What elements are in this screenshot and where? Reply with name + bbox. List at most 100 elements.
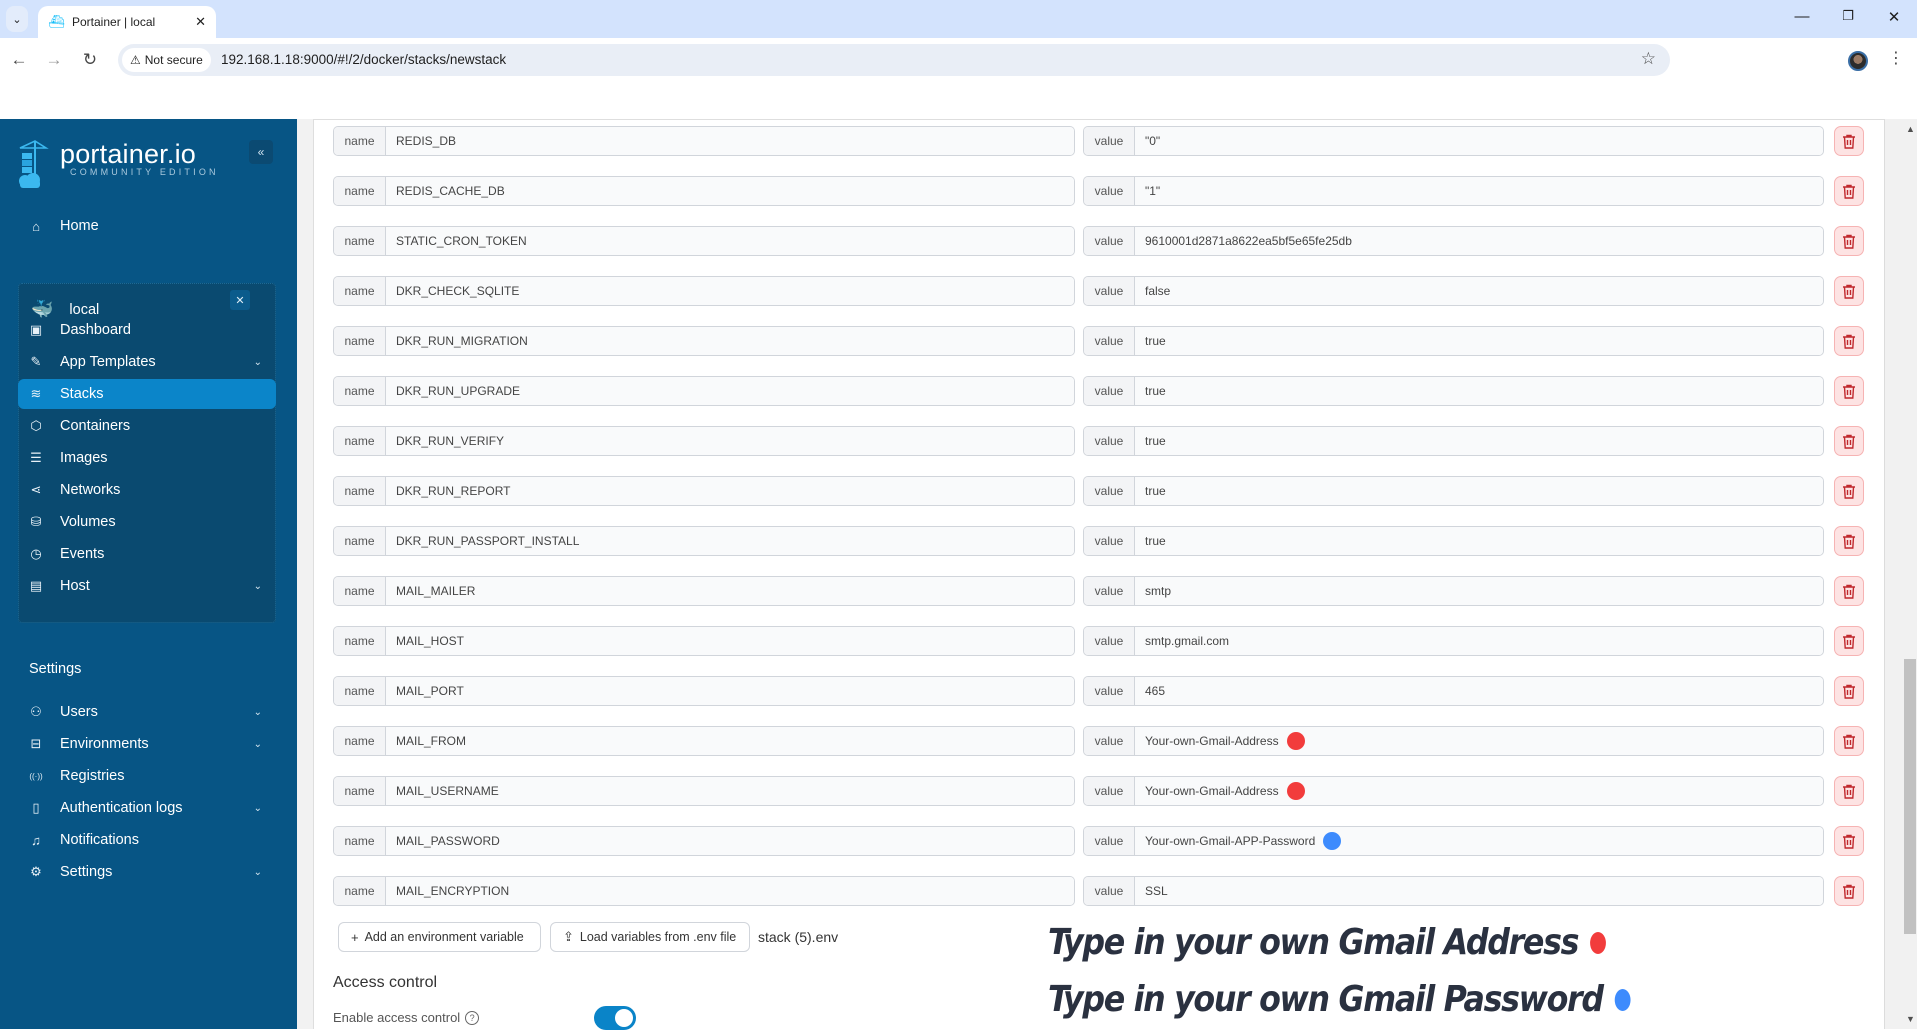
sidebar-item-environments[interactable]: ⊟ Environments ⌄	[18, 729, 276, 759]
sidebar-item-registries[interactable]: ((·)) Registries	[18, 761, 276, 791]
bookmark-star-icon[interactable]: ☆	[1641, 49, 1656, 69]
url-text[interactable]: 192.168.1.18:9000/#!/2/docker/stacks/new…	[221, 52, 506, 67]
tab-close-icon[interactable]: ✕	[195, 14, 206, 30]
minimize-icon[interactable]: —	[1792, 8, 1812, 25]
env-name-input[interactable]: MAIL_MAILER	[386, 577, 1074, 605]
env-value-input[interactable]: false	[1135, 277, 1823, 305]
env-name-input[interactable]: DKR_RUN_UPGRADE	[386, 377, 1074, 405]
sidebar-item-home[interactable]: ⌂ Home	[18, 211, 276, 241]
env-name-input[interactable]: MAIL_PASSWORD	[386, 827, 1074, 855]
env-name-input[interactable]: MAIL_USERNAME	[386, 777, 1074, 805]
sidebar-item-users[interactable]: ⚇ Users ⌄	[18, 697, 276, 727]
sidebar-item-volumes[interactable]: ⛁ Volumes	[18, 507, 276, 537]
sidebar-item-label: Volumes	[60, 514, 116, 530]
env-value-input[interactable]: true	[1135, 527, 1823, 555]
sidebar-item-networks[interactable]: ⋖ Networks	[18, 475, 276, 505]
add-env-variable-button[interactable]: + Add an environment variable	[338, 922, 541, 952]
env-name-input[interactable]: DKR_RUN_PASSPORT_INSTALL	[386, 527, 1074, 555]
env-value-input[interactable]: 9610001d2871a8622ea5bf5e65fe25db	[1135, 227, 1823, 255]
env-name-input[interactable]: DKR_RUN_MIGRATION	[386, 327, 1074, 355]
env-name-input[interactable]: REDIS_CACHE_DB	[386, 177, 1074, 205]
env-value-input[interactable]: true	[1135, 327, 1823, 355]
sidebar-item-settings[interactable]: ⚙ Settings ⌄	[18, 857, 276, 887]
delete-env-variable-button[interactable]	[1834, 326, 1864, 356]
window-close-icon[interactable]: ✕	[1884, 8, 1904, 26]
scroll-thumb[interactable]	[1904, 659, 1916, 934]
restore-icon[interactable]: ❐	[1838, 8, 1858, 24]
delete-env-variable-button[interactable]	[1834, 276, 1864, 306]
chevron-down-icon[interactable]: ⌄	[254, 357, 262, 368]
sidebar-item-dashboard[interactable]: ▣ Dashboard	[18, 315, 276, 345]
env-name-input[interactable]: MAIL_PORT	[386, 677, 1074, 705]
env-name-input[interactable]: MAIL_FROM	[386, 727, 1074, 755]
env-value-input[interactable]: Your-own-Gmail-APP-Password	[1135, 827, 1823, 855]
load-env-file-button[interactable]: ⇪ Load variables from .env file	[550, 922, 750, 952]
delete-env-variable-button[interactable]	[1834, 776, 1864, 806]
scroll-down-arrow-icon[interactable]: ▼	[1906, 1014, 1915, 1024]
chevron-down-icon[interactable]: ⌄	[254, 803, 262, 814]
delete-env-variable-button[interactable]	[1834, 526, 1864, 556]
env-name-input[interactable]: STATIC_CRON_TOKEN	[386, 227, 1074, 255]
delete-env-variable-button[interactable]	[1834, 826, 1864, 856]
reload-icon[interactable]: ↻	[79, 50, 101, 70]
sidebar-item-notifications[interactable]: ♫ Notifications	[18, 825, 276, 855]
forward-icon[interactable]: →	[43, 50, 65, 70]
env-value-input[interactable]: Your-own-Gmail-Address	[1135, 727, 1823, 755]
chevron-down-icon[interactable]: ⌄	[254, 739, 262, 750]
delete-env-variable-button[interactable]	[1834, 876, 1864, 906]
delete-env-variable-button[interactable]	[1834, 126, 1864, 156]
profile-avatar[interactable]	[1848, 51, 1868, 71]
delete-env-variable-button[interactable]	[1834, 426, 1864, 456]
delete-env-variable-button[interactable]	[1834, 726, 1864, 756]
access-control-toggle[interactable]	[594, 1006, 636, 1030]
file-text-icon: ▯	[32, 800, 40, 815]
env-value-input[interactable]: true	[1135, 477, 1823, 505]
env-value-input[interactable]: smtp.gmail.com	[1135, 627, 1823, 655]
sidebar-item-images[interactable]: ☰ Images	[18, 443, 276, 473]
delete-env-variable-button[interactable]	[1834, 626, 1864, 656]
env-value-input[interactable]: SSL	[1135, 877, 1823, 905]
env-value-group: value Your-own-Gmail-Address	[1083, 726, 1824, 756]
help-icon[interactable]: ?	[465, 1010, 480, 1025]
page-scrollbar[interactable]: ▲ ▼	[1884, 119, 1917, 1029]
env-name-input[interactable]: DKR_RUN_REPORT	[386, 477, 1074, 505]
env-value-input[interactable]: "1"	[1135, 177, 1823, 205]
scroll-up-arrow-icon[interactable]: ▲	[1906, 124, 1915, 134]
chevron-down-icon[interactable]: ⌄	[254, 707, 262, 718]
sidebar-item-authentication-logs[interactable]: ▯ Authentication logs ⌄	[18, 793, 276, 823]
delete-env-variable-button[interactable]	[1834, 676, 1864, 706]
env-value-input[interactable]: true	[1135, 377, 1823, 405]
env-name-input[interactable]: DKR_CHECK_SQLITE	[386, 277, 1074, 305]
chevron-down-icon[interactable]: ⌄	[254, 867, 262, 878]
tab-search-button[interactable]: ⌄	[6, 6, 28, 32]
sidebar-item-containers[interactable]: ⬡ Containers	[18, 411, 276, 441]
delete-env-variable-button[interactable]	[1834, 176, 1864, 206]
back-icon[interactable]: ←	[8, 50, 30, 70]
env-value-input[interactable]: smtp	[1135, 577, 1823, 605]
sidebar-item-stacks[interactable]: ≋ Stacks	[18, 379, 276, 409]
portainer-logo[interactable]: portainer.io COMMUNITY EDITION	[16, 139, 219, 189]
delete-env-variable-button[interactable]	[1834, 576, 1864, 606]
env-value-input[interactable]: 465	[1135, 677, 1823, 705]
sidebar-item-host[interactable]: ▤ Host ⌄	[18, 571, 276, 601]
env-name-input[interactable]: DKR_RUN_VERIFY	[386, 427, 1074, 455]
chevron-down-icon[interactable]: ⌄	[254, 581, 262, 592]
address-bar[interactable]: ⚠ Not secure 192.168.1.18:9000/#!/2/dock…	[118, 44, 1670, 76]
site-info-chip[interactable]: ⚠ Not secure	[122, 48, 211, 72]
delete-env-variable-button[interactable]	[1834, 376, 1864, 406]
name-addon-label: name	[334, 877, 386, 905]
collapse-sidebar-button[interactable]: «	[249, 140, 273, 164]
delete-env-variable-button[interactable]	[1834, 226, 1864, 256]
close-environment-button[interactable]: ✕	[230, 290, 250, 310]
sidebar-item-app-templates[interactable]: ✎ App Templates ⌄	[18, 347, 276, 377]
delete-env-variable-button[interactable]	[1834, 476, 1864, 506]
more-menu-icon[interactable]: ⋮	[1888, 48, 1904, 68]
env-name-input[interactable]: MAIL_ENCRYPTION	[386, 877, 1074, 905]
env-value-input[interactable]: "0"	[1135, 127, 1823, 155]
env-value-input[interactable]: Your-own-Gmail-Address	[1135, 777, 1823, 805]
browser-tab-active[interactable]: ⛴ Portainer | local ✕	[38, 6, 216, 38]
env-name-input[interactable]: MAIL_HOST	[386, 627, 1074, 655]
env-value-input[interactable]: true	[1135, 427, 1823, 455]
sidebar-item-events[interactable]: ◷ Events	[18, 539, 276, 569]
env-name-input[interactable]: REDIS_DB	[386, 127, 1074, 155]
